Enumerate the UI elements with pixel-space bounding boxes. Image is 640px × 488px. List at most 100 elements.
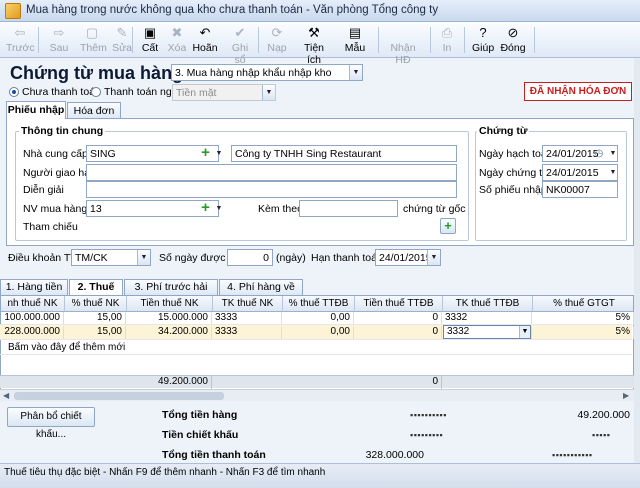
- toolbar-label: Mẫu: [344, 42, 366, 54]
- toolbar-save-button[interactable]: ▣ Cất: [140, 24, 160, 56]
- tab-goods-money[interactable]: 1. Hàng tiền: [0, 279, 68, 295]
- horizontal-scrollbar[interactable]: ◀ ▶: [0, 389, 634, 401]
- grid-cell[interactable]: 5%: [532, 326, 634, 339]
- window-title: Mua hàng trong nước không qua kho chưa t…: [26, 4, 439, 16]
- due-date-label: Hạn thanh toán: [311, 252, 383, 264]
- tab-tax[interactable]: 2. Thuế: [69, 279, 123, 295]
- column-header[interactable]: TK thuế TTĐB: [443, 296, 533, 312]
- toolbar-receive-invoice-button[interactable]: Nhận HĐ: [386, 24, 420, 66]
- chevron-down-icon[interactable]: ▼: [137, 250, 150, 265]
- column-header[interactable]: TK thuế NK: [213, 296, 283, 312]
- total-special-tax: 0: [354, 376, 442, 389]
- chevron-down-icon[interactable]: ▼: [607, 165, 619, 180]
- column-header[interactable]: % thuế TTĐB: [283, 296, 355, 312]
- add-row-hint[interactable]: Bấm vào đây để thêm mới: [8, 342, 125, 353]
- column-header[interactable]: % thuế NK: [65, 296, 127, 312]
- template-icon: ▤: [348, 25, 362, 40]
- invoice-received-button[interactable]: ĐÃ NHẬN HÓA ĐƠN: [524, 82, 632, 101]
- chevron-down-icon[interactable]: ▼: [213, 201, 225, 216]
- radio-unpaid-label: Chưa thanh toán: [22, 86, 101, 98]
- tk-ttdb-editor-value: 3332: [447, 326, 470, 337]
- attached-input[interactable]: [299, 200, 398, 217]
- toolbar-close-button[interactable]: ⊘ Đóng: [500, 24, 526, 56]
- arrow-left-icon: ⇦: [14, 25, 26, 40]
- column-header[interactable]: Tiền thuế NK: [127, 296, 213, 312]
- reference-label: Tham chiếu: [23, 221, 78, 233]
- toolbar-label: Trước: [6, 42, 35, 54]
- delete-icon: ✖: [171, 25, 183, 40]
- supplier-label: Nhà cung cấp: [23, 148, 88, 160]
- toolbar-add-document-button[interactable]: ▢ Thêm: [80, 24, 107, 56]
- add-reference-icon[interactable]: +: [440, 218, 456, 234]
- grid-cell[interactable]: 15,00: [64, 326, 126, 339]
- days-unit: (ngày): [276, 252, 306, 264]
- title-bar: Mua hàng trong nước không qua kho chưa t…: [0, 0, 640, 22]
- radio-paid-now[interactable]: [91, 87, 101, 97]
- chevron-down-icon[interactable]: ▼: [427, 250, 440, 265]
- toolbar-edit-button[interactable]: ✎ Sửa: [111, 24, 133, 56]
- redacted-value: ▪▪▪▪▪▪▪▪▪▪: [410, 410, 447, 420]
- toolbar-label: Đóng: [500, 42, 526, 54]
- row-divider: [0, 339, 632, 340]
- vertical-scrollbar[interactable]: [634, 58, 640, 463]
- calendar-icon[interactable]: ◷: [593, 146, 605, 161]
- receipt-no-input[interactable]: NK00007: [542, 181, 618, 198]
- receipt-no-label: Số phiếu nhập: [479, 184, 547, 196]
- supplier-name-input[interactable]: Công ty TNHH Sing Restaurant: [231, 145, 457, 162]
- tk-ttdb-editor[interactable]: 3332 ▼: [443, 325, 531, 339]
- arrow-right-icon: ⇨: [53, 25, 65, 40]
- radio-unpaid[interactable]: [9, 87, 19, 97]
- toolbar-print-button[interactable]: ⎙ In: [438, 24, 456, 56]
- chevron-down-icon[interactable]: ▼: [519, 326, 530, 338]
- chevron-down-icon[interactable]: ▼: [349, 65, 362, 80]
- toolbar-label: Hoãn: [192, 42, 218, 54]
- toolbar-reload-button[interactable]: ⟳ Nạp: [266, 24, 288, 56]
- toolbar-arrow-left-button[interactable]: ⇦ Trước: [6, 24, 35, 56]
- due-date-value: 24/01/2015: [379, 252, 432, 264]
- toolbar-label: In: [442, 42, 452, 54]
- voucher-type-select[interactable]: 3. Mua hàng nhập khẩu nhập kho ▼: [171, 64, 363, 81]
- toolbar-separator: [132, 27, 133, 53]
- allocate-discount-button[interactable]: Phân bổ chiết khấu...: [7, 407, 95, 440]
- toolbar-separator: [378, 27, 379, 53]
- deliverer-input[interactable]: [86, 164, 457, 181]
- toolbar-label: Cất: [141, 42, 159, 54]
- redacted-value: ▪▪▪▪▪▪▪▪▪▪▪: [552, 450, 593, 460]
- scroll-right-icon[interactable]: ▶: [623, 391, 629, 400]
- grid-cell[interactable]: 34.200.000: [126, 326, 212, 339]
- column-header[interactable]: nh thuế NK: [1, 296, 65, 312]
- payment-terms-select[interactable]: TM/CK ▼: [71, 249, 151, 266]
- column-header[interactable]: Tiền thuế TTĐB: [355, 296, 443, 312]
- add-document-icon: ▢: [85, 25, 99, 40]
- credit-days-input[interactable]: 0: [227, 249, 273, 266]
- tab-invoice[interactable]: Hóa đơn: [67, 102, 121, 119]
- toolbar-undo-button[interactable]: ↶ Hoãn: [192, 24, 218, 56]
- description-input[interactable]: [86, 181, 457, 198]
- column-header[interactable]: % thuế GTGT: [533, 296, 633, 312]
- row-divider: [0, 354, 632, 355]
- grid-cell[interactable]: 0: [354, 326, 442, 339]
- add-supplier-icon[interactable]: +: [198, 145, 213, 161]
- toolbar-delete-button[interactable]: ✖ Xóa: [166, 24, 188, 56]
- tab-warehouse-fees[interactable]: 4. Phí hàng về kho: [219, 279, 303, 308]
- scroll-thumb[interactable]: [14, 392, 224, 400]
- radio-paid-now-label: Thanh toán ngay: [104, 86, 183, 98]
- grid-cell[interactable]: 0,00: [282, 326, 354, 339]
- toolbar-template-button[interactable]: ▤ Mẫu: [344, 24, 366, 56]
- toolbar-label: Tiện ích: [303, 42, 325, 66]
- chevron-down-icon[interactable]: ▼: [213, 146, 225, 161]
- due-date-select[interactable]: 24/01/2015 ▼: [375, 249, 441, 266]
- toolbar-utilities-button[interactable]: ⚒ Tiện ích: [296, 24, 332, 66]
- grid-cell[interactable]: 3333: [212, 326, 282, 339]
- reload-icon: ⟳: [271, 25, 283, 40]
- grid-cell[interactable]: 228.000.000: [0, 326, 64, 339]
- scroll-left-icon[interactable]: ◀: [3, 391, 9, 400]
- toolbar-post-ledger-button[interactable]: ✔ Ghi sổ: [226, 24, 254, 66]
- description-label: Diễn giải: [23, 184, 64, 196]
- tab-receipt[interactable]: Phiếu nhập: [6, 101, 66, 119]
- add-buyer-icon[interactable]: +: [198, 200, 213, 216]
- toolbar-arrow-right-button[interactable]: ⇨ Sau: [46, 24, 72, 56]
- toolbar-help-button[interactable]: ? Giúp: [472, 24, 494, 56]
- tab-pre-customs-fees[interactable]: 3. Phí trước hải quan: [124, 279, 218, 308]
- chevron-down-icon[interactable]: ▼: [607, 146, 619, 161]
